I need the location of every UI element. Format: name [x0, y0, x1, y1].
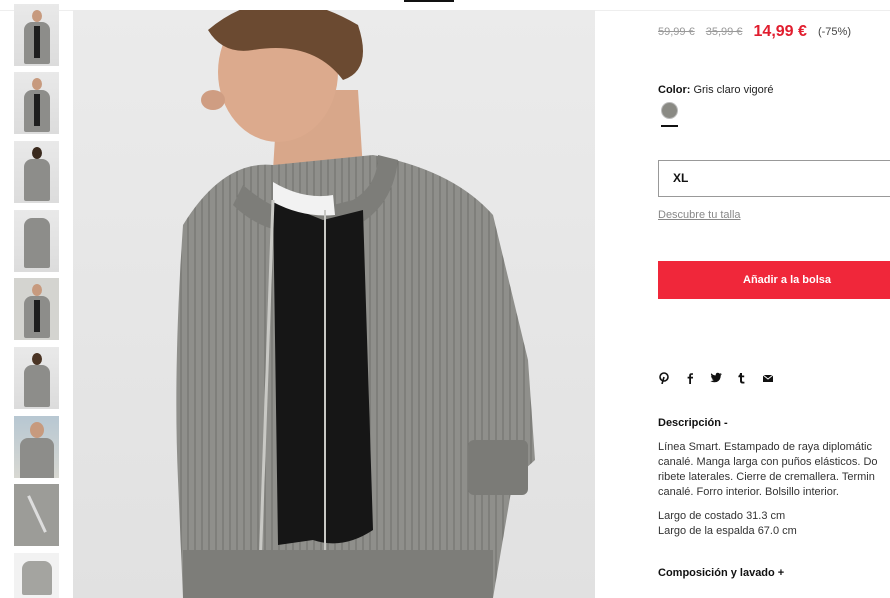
product-photo	[176, 10, 535, 598]
measurement-length-back: Largo de la espalda 67.0 cm	[658, 525, 797, 537]
thumbnail-9[interactable]	[14, 553, 59, 598]
add-to-bag-button[interactable]: Añadir a la bolsa	[658, 261, 890, 299]
description-text: Línea Smart. Estampado de raya diplomáti…	[658, 440, 890, 500]
thumbnail-1[interactable]	[14, 4, 59, 66]
thumbnail-figure	[21, 561, 52, 595]
color-label-row: Color: Gris claro vigoré	[658, 84, 774, 96]
top-nav-indicator	[404, 0, 454, 2]
twitter-icon[interactable]	[710, 370, 736, 384]
description-line: ribete laterales. Cierre de cremallera. …	[658, 471, 875, 483]
measurement-length-side: Largo de costado 31.3 cm	[658, 510, 786, 522]
color-swatch[interactable]	[661, 102, 678, 119]
size-select[interactable]: XL	[658, 160, 890, 197]
facebook-icon[interactable]	[684, 370, 710, 384]
current-price: 14,99 €	[753, 23, 807, 40]
share-icons	[658, 370, 788, 385]
email-icon[interactable]	[762, 370, 788, 384]
thumbnail-figure	[33, 94, 40, 126]
thumbnail-figure	[33, 26, 40, 58]
thumbnail-8[interactable]	[14, 484, 59, 546]
main-product-image[interactable]	[73, 10, 595, 598]
thumbnail-2[interactable]	[14, 72, 59, 134]
description-title[interactable]: Descripción -	[658, 417, 728, 429]
size-guide-link[interactable]: Descubre tu talla	[658, 209, 741, 221]
thumbnail-figure	[23, 159, 50, 201]
thumbnail-figure	[23, 365, 50, 407]
thumbnail-figure	[31, 10, 42, 22]
thumbnail-figure	[19, 438, 54, 478]
color-label: Color:	[658, 84, 691, 96]
thumbnail-figure	[23, 218, 50, 268]
thumbnail-figure	[29, 422, 44, 438]
thumbnail-figure	[26, 495, 47, 533]
thumbnail-figure	[31, 78, 42, 90]
thumbnail-3[interactable]	[14, 141, 59, 203]
thumbnail-figure	[31, 353, 42, 365]
previous-price: 35,99 €	[705, 26, 743, 38]
thumbnail-figure	[31, 147, 42, 159]
thumbnail-5[interactable]	[14, 278, 59, 340]
color-value: Gris claro vigoré	[693, 84, 774, 96]
tumblr-icon[interactable]	[736, 370, 762, 384]
description-line: canalé. Forro interior. Bolsillo interio…	[658, 486, 839, 498]
thumbnail-7[interactable]	[14, 416, 59, 478]
thumbnail-6[interactable]	[14, 347, 59, 409]
composition-toggle[interactable]: Composición y lavado +	[658, 567, 784, 579]
pinterest-icon[interactable]	[658, 370, 684, 385]
thumbnail-4[interactable]	[14, 210, 59, 272]
price-row: 59,99 € 35,99 € 14,99 € (-75%)	[658, 22, 851, 40]
description-line: Línea Smart. Estampado de raya diplomáti…	[658, 441, 873, 453]
thumbnail-figure	[33, 300, 40, 332]
thumbnail-figure	[31, 284, 42, 296]
selected-swatch-indicator	[661, 125, 678, 127]
original-price: 59,99 €	[658, 26, 695, 38]
discount-badge: (-75%)	[817, 26, 851, 38]
description-line: canalé. Manga larga con puños elásticos.…	[658, 456, 878, 468]
